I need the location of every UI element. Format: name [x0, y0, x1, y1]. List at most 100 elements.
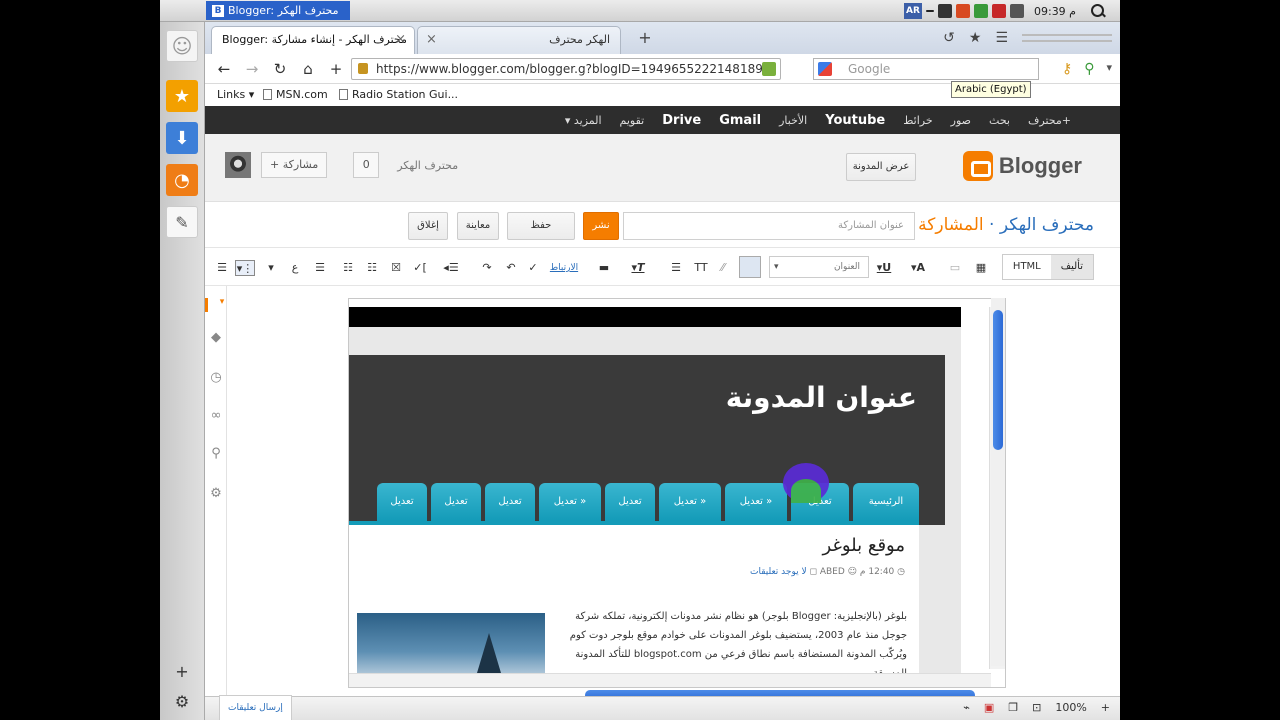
blog-menu-item[interactable]: تعديل — [605, 483, 655, 521]
numbered-list-icon[interactable]: ☷ — [363, 260, 381, 276]
compose-mode-tab[interactable]: تأليف — [1050, 255, 1093, 279]
translate-icon[interactable]: ⚲ — [1084, 61, 1094, 77]
download-icon[interactable]: ⬇ — [166, 122, 198, 154]
add-icon[interactable]: + — [172, 662, 192, 682]
chevron-down-icon[interactable]: ▾ — [1106, 61, 1112, 77]
clock-icon[interactable]: ◷ — [208, 370, 224, 386]
tab-blogger-new-post[interactable]: Blogger: محترف الهكر - إنشاء مشاركة × — [211, 26, 415, 54]
add-bookmark-icon[interactable]: + — [327, 60, 345, 78]
text-size-icon[interactable]: TT — [693, 260, 709, 276]
bookmark-msn[interactable]: MSN.com — [263, 88, 328, 101]
save-button[interactable]: حفظ — [507, 212, 575, 240]
image-icon[interactable]: ▬ — [593, 260, 615, 276]
underline-button[interactable]: ▾U — [871, 260, 897, 276]
avatar[interactable] — [225, 152, 251, 178]
heading-select[interactable]: العنوان — [769, 256, 869, 278]
preview-button[interactable]: معاينة — [457, 212, 499, 240]
view-blog-button[interactable]: عرض المدونة — [846, 153, 916, 181]
zoom-in-icon[interactable]: + — [1101, 701, 1110, 714]
ltr-icon[interactable]: ✓[ — [411, 260, 429, 276]
gbar-item[interactable]: Drive — [653, 113, 710, 128]
indent-icon[interactable]: ☰ — [311, 260, 329, 276]
bookmark-star-icon[interactable]: ★ — [969, 30, 982, 46]
italic-button[interactable]: ▾T — [625, 260, 651, 276]
blogger-logo[interactable]: Blogger — [962, 151, 1082, 181]
bulleted-list-icon[interactable]: ☷ — [339, 260, 357, 276]
input-tools-icon[interactable]: ع — [287, 260, 303, 276]
send-feedback-button[interactable]: إرسال تعليقات — [219, 695, 292, 720]
gbar-item[interactable]: المزيد ▾ — [556, 114, 611, 127]
notepad-icon[interactable]: ✎ — [166, 206, 198, 238]
apple-icon[interactable] — [178, 2, 194, 18]
settings-icon[interactable]: ⚙ — [172, 692, 192, 712]
tray-app-icon[interactable] — [1009, 4, 1024, 18]
blog-menu-item[interactable]: تعديل — [431, 483, 481, 521]
gbar-item[interactable]: Youtube — [816, 113, 894, 128]
key-icon[interactable]: ⚷ — [1062, 61, 1072, 77]
remove-format-icon[interactable]: ⁄⁄ — [715, 260, 731, 276]
clock[interactable]: م 09:39 — [1034, 5, 1076, 18]
bookmark-radio[interactable]: Radio Station Gui... — [339, 88, 458, 101]
fullscreen-icon[interactable]: ⊡ — [1032, 701, 1041, 714]
back-icon[interactable]: ← — [215, 60, 233, 78]
gbar-item[interactable]: بحث — [980, 114, 1019, 127]
close-tab-icon[interactable]: × — [395, 27, 406, 53]
blog-menu-item[interactable]: تعديل — [377, 483, 427, 521]
compose-editor[interactable]: عنوان المدونة تعديل تعديل تعديل تعديل » … — [348, 298, 1006, 688]
highlight-color-button[interactable] — [739, 256, 761, 278]
redo-icon[interactable]: ↷ — [479, 260, 495, 276]
link-icon[interactable]: ∞ — [208, 408, 224, 424]
close-tab-icon[interactable]: × — [426, 27, 437, 53]
tray-app-icon[interactable] — [973, 4, 988, 18]
home-icon[interactable]: ⌂ — [299, 60, 317, 78]
active-app-title[interactable]: BBlogger: محترف الهكر ... — [206, 1, 350, 36]
direction-select[interactable]: ▾⋮ — [235, 260, 255, 276]
html-mode-tab[interactable]: HTML — [1002, 255, 1051, 279]
chevron-down-icon[interactable]: ▾ — [214, 294, 230, 310]
gbar-item[interactable]: +محترف — [1019, 114, 1080, 127]
quote-icon[interactable]: ☰ — [667, 260, 685, 276]
new-tab-button[interactable]: + — [635, 28, 655, 48]
screenshot-icon[interactable]: ▣ — [984, 701, 994, 714]
reload-icon[interactable]: ↻ — [271, 60, 289, 78]
search-input[interactable]: Google — [813, 58, 1039, 80]
forward-icon[interactable]: → — [243, 60, 261, 78]
film-icon[interactable] — [937, 4, 952, 18]
post-title-input[interactable]: عنوان المشاركة — [623, 212, 915, 240]
gbar-item[interactable]: Gmail — [710, 113, 770, 128]
zoom-level[interactable]: 100% — [1055, 701, 1086, 714]
text-color-button[interactable]: ▾A — [905, 260, 931, 276]
options-gear-icon[interactable]: ⚙ — [208, 486, 224, 502]
blog-menu-item[interactable]: تعديل » — [539, 483, 601, 521]
more-options-icon[interactable]: ▾ — [263, 260, 279, 276]
jump-break-icon[interactable]: ▭ — [947, 260, 963, 276]
tray-app-icon[interactable] — [991, 4, 1006, 18]
preview-horizontal-scrollbar[interactable] — [349, 673, 991, 687]
clear-icon[interactable]: ☒ — [387, 260, 405, 276]
plus-icon[interactable] — [925, 10, 934, 12]
star-icon[interactable]: ★ — [166, 80, 198, 112]
language-indicator[interactable]: AR — [903, 3, 922, 19]
feed-icon[interactable] — [762, 62, 776, 76]
rss-icon[interactable]: ◔ — [166, 164, 198, 196]
gbar-item[interactable]: الأخبار — [770, 114, 816, 127]
video-icon[interactable]: ▦ — [973, 260, 989, 276]
undo-icon[interactable]: ↶ — [503, 260, 519, 276]
window-drag-handle[interactable] — [1022, 34, 1112, 42]
blog-menu-item[interactable]: تعديل » — [659, 483, 721, 521]
tab-blog[interactable]: الهكر محترف × — [417, 26, 621, 54]
location-icon[interactable]: ⚲ — [208, 446, 224, 462]
activity-icon[interactable]: ⌁ — [963, 701, 970, 714]
scroll-thumb[interactable] — [993, 310, 1003, 450]
menu-icon[interactable]: ☰ — [995, 30, 1008, 46]
account-name[interactable]: محترف الهكر — [397, 159, 458, 172]
blog-menu-item[interactable]: تعديل — [485, 483, 535, 521]
close-button[interactable]: إغلاق — [408, 212, 448, 240]
blog-menu-home[interactable]: الرئيسية — [853, 483, 919, 521]
window-icon[interactable]: ❐ — [1008, 701, 1018, 714]
smiley-icon[interactable]: ☺ — [166, 30, 198, 62]
gbar-item[interactable]: خرائط — [894, 114, 941, 127]
gbar-item[interactable]: تقويم — [611, 114, 654, 127]
publish-button[interactable]: نشر — [583, 212, 619, 240]
gbar-item[interactable]: صور — [942, 114, 980, 127]
